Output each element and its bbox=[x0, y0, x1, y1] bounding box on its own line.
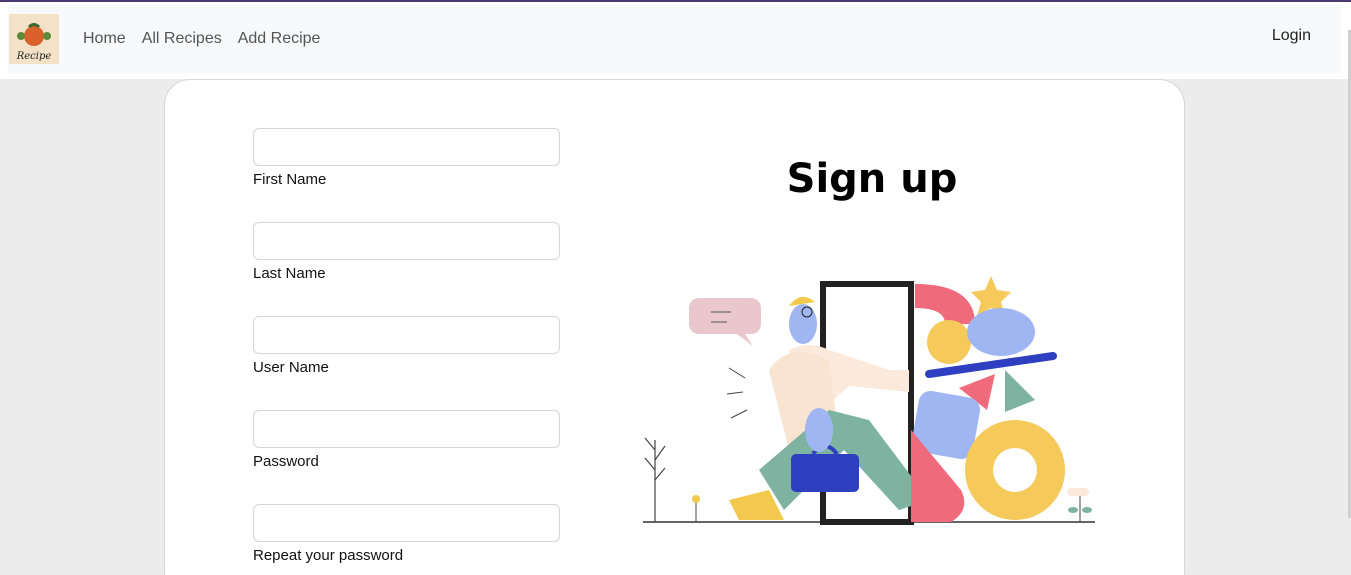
first-name-input[interactable] bbox=[253, 128, 560, 166]
repeat-password-label: Repeat your password bbox=[253, 547, 404, 564]
password-input[interactable] bbox=[253, 410, 560, 448]
navbar: Recipe Home All Recipes Add Recipe Login bbox=[8, 4, 1341, 73]
first-name-label: First Name bbox=[253, 171, 327, 188]
nav-links: Home All Recipes Add Recipe bbox=[83, 30, 336, 48]
user-name-group: User Name bbox=[253, 316, 561, 376]
last-name-label: Last Name bbox=[253, 265, 326, 282]
signup-illustration bbox=[643, 276, 1095, 525]
signup-title: Sign up bbox=[786, 156, 958, 202]
nav-all-recipes-link[interactable]: All Recipes bbox=[142, 30, 222, 48]
user-name-label: User Name bbox=[253, 359, 329, 376]
last-name-input[interactable] bbox=[253, 222, 560, 260]
nav-add-recipe-link[interactable]: Add Recipe bbox=[238, 30, 321, 48]
repeat-password-group: Repeat your password bbox=[253, 504, 561, 564]
repeat-password-input[interactable] bbox=[253, 504, 560, 542]
password-label: Password bbox=[253, 453, 319, 470]
svg-text:Recipe: Recipe bbox=[16, 51, 52, 62]
navbar-wrapper: Recipe Home All Recipes Add Recipe Login bbox=[0, 2, 1351, 79]
user-name-input[interactable] bbox=[253, 316, 560, 354]
password-group: Password bbox=[253, 410, 561, 470]
last-name-group: Last Name bbox=[253, 222, 561, 282]
nav-home-link[interactable]: Home bbox=[83, 30, 126, 48]
first-name-group: First Name bbox=[253, 128, 561, 188]
login-link[interactable]: Login bbox=[1272, 27, 1311, 45]
recipe-logo[interactable]: Recipe bbox=[9, 13, 59, 64]
signup-card: First Name Last Name User Name Password … bbox=[164, 79, 1185, 575]
